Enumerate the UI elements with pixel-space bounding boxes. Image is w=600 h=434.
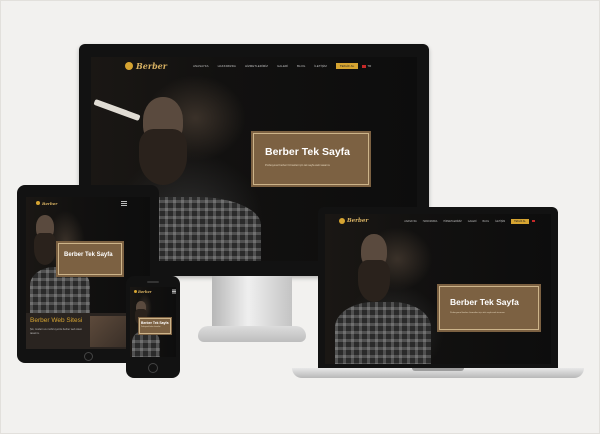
nav-item-galeri[interactable]: GALERİ — [277, 64, 288, 68]
laptop-barber-beard — [358, 260, 390, 302]
laptop-nav-hizmetlerimiz[interactable]: HİZMETLERİMİZ — [443, 220, 461, 223]
barber-beard — [139, 129, 187, 185]
tablet-menu-icon[interactable] — [121, 202, 128, 204]
hero-box: Berber Tek Sayfa Profesyonel berber hizm… — [251, 131, 371, 187]
barber-logo-icon — [125, 62, 133, 70]
nav-item-iletisim[interactable]: İLETİŞİM — [314, 64, 327, 68]
tablet-logo-icon — [36, 201, 40, 205]
logo[interactable]: Berber — [136, 61, 167, 71]
phone-hero-box: Berber Tek Sayfa Profesyonel berber hizm… — [138, 317, 172, 335]
tablet-home-button[interactable] — [84, 352, 93, 361]
phone-navbar: Berber — [130, 287, 176, 296]
cta-button[interactable]: TEKLİF AL — [335, 63, 359, 69]
tablet-hero-box: Berber Tek Sayfa — [56, 241, 124, 277]
phone-hero-title: Berber Tek Sayfa — [141, 321, 169, 325]
laptop-hero-box: Berber Tek Sayfa Profesyonel berber hizm… — [437, 284, 541, 332]
laptop-nav-anasayfa[interactable]: ANASAYFA — [404, 220, 416, 223]
desktop-navbar: Berber ANASAYFA HAKKIMIZDA HİZMETLERİMİZ… — [91, 57, 417, 75]
laptop-hero-title: Berber Tek Sayfa — [450, 297, 519, 307]
phone-logo[interactable]: Berber — [138, 290, 152, 294]
laptop-nav-hakkimizda[interactable]: HAKKIMIZDA — [423, 220, 438, 223]
tablet-logo[interactable]: Berber — [42, 201, 57, 206]
phone-hero-subtitle: Profesyonel berber hizmetleri — [141, 327, 161, 328]
laptop-notch — [412, 368, 464, 371]
laptop-plaid-shirt — [335, 302, 431, 364]
tablet-hero-title: Berber Tek Sayfa — [64, 252, 113, 258]
phone-home-button[interactable] — [148, 363, 158, 373]
flag-icon — [362, 64, 367, 68]
laptop-navbar: Berber ANASAYFA HAKKIMIZDA HİZMETLERİMİZ… — [325, 214, 551, 228]
laptop-nav-iletisim[interactable]: İLETİŞİM — [495, 220, 505, 223]
nav-item-hizmetlerimiz[interactable]: HİZMETLERİMİZ — [245, 64, 268, 68]
phone-logo-icon — [134, 290, 137, 293]
laptop-flag-icon — [531, 220, 535, 222]
language-selector[interactable]: TR — [367, 64, 371, 68]
laptop-screen: Berber ANASAYFA HAKKIMIZDA HİZMETLERİMİZ… — [325, 214, 551, 364]
monitor-stand-base — [198, 326, 306, 342]
laptop-logo[interactable]: Berber — [347, 218, 368, 224]
phone-menu-icon[interactable] — [171, 291, 176, 292]
hero-subtitle: Profesyonel berber hizmetleri için tek s… — [265, 164, 331, 167]
nav-item-anasayfa[interactable]: ANASAYFA — [193, 64, 209, 68]
monitor-stand — [212, 276, 292, 328]
hero-title: Berber Tek Sayfa — [265, 146, 351, 158]
nav-item-blog[interactable]: BLOG — [297, 64, 305, 68]
phone-speaker — [147, 281, 159, 283]
tablet-section-title: Berber Web Sitesi — [30, 317, 83, 324]
tablet-barber-beard — [34, 233, 56, 265]
laptop-logo-icon — [339, 218, 345, 224]
laptop-hero-subtitle: Profesyonel berber hizmetleri için tek s… — [450, 312, 505, 314]
tablet-section-text: Şık, modern ve mobil uyumlu berber web s… — [30, 328, 82, 335]
laptop-cta-button[interactable]: TEKLİF AL — [511, 218, 529, 224]
nav-item-hakkimizda[interactable]: HAKKIMIZDA — [218, 64, 236, 68]
tablet-navbar: Berber — [26, 197, 150, 209]
laptop-nav-galeri[interactable]: GALERİ — [468, 220, 477, 223]
phone-screen: Berber Berber Tek Sayfa Profesyonel berb… — [130, 287, 176, 357]
laptop-nav-blog[interactable]: BLOG — [482, 220, 489, 223]
